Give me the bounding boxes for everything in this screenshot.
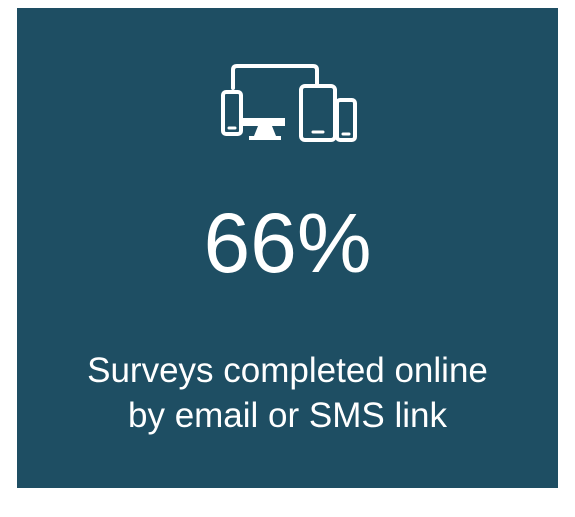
caption-line-2: by email or SMS link	[128, 396, 447, 435]
caption-line-1: Surveys completed online	[87, 351, 488, 390]
stat-card: 66% Surveys completed online by email or…	[17, 8, 558, 488]
multi-device-icon	[213, 64, 363, 154]
stat-value: 66%	[203, 196, 372, 290]
stat-caption: Surveys completed online by email or SMS…	[17, 348, 558, 438]
